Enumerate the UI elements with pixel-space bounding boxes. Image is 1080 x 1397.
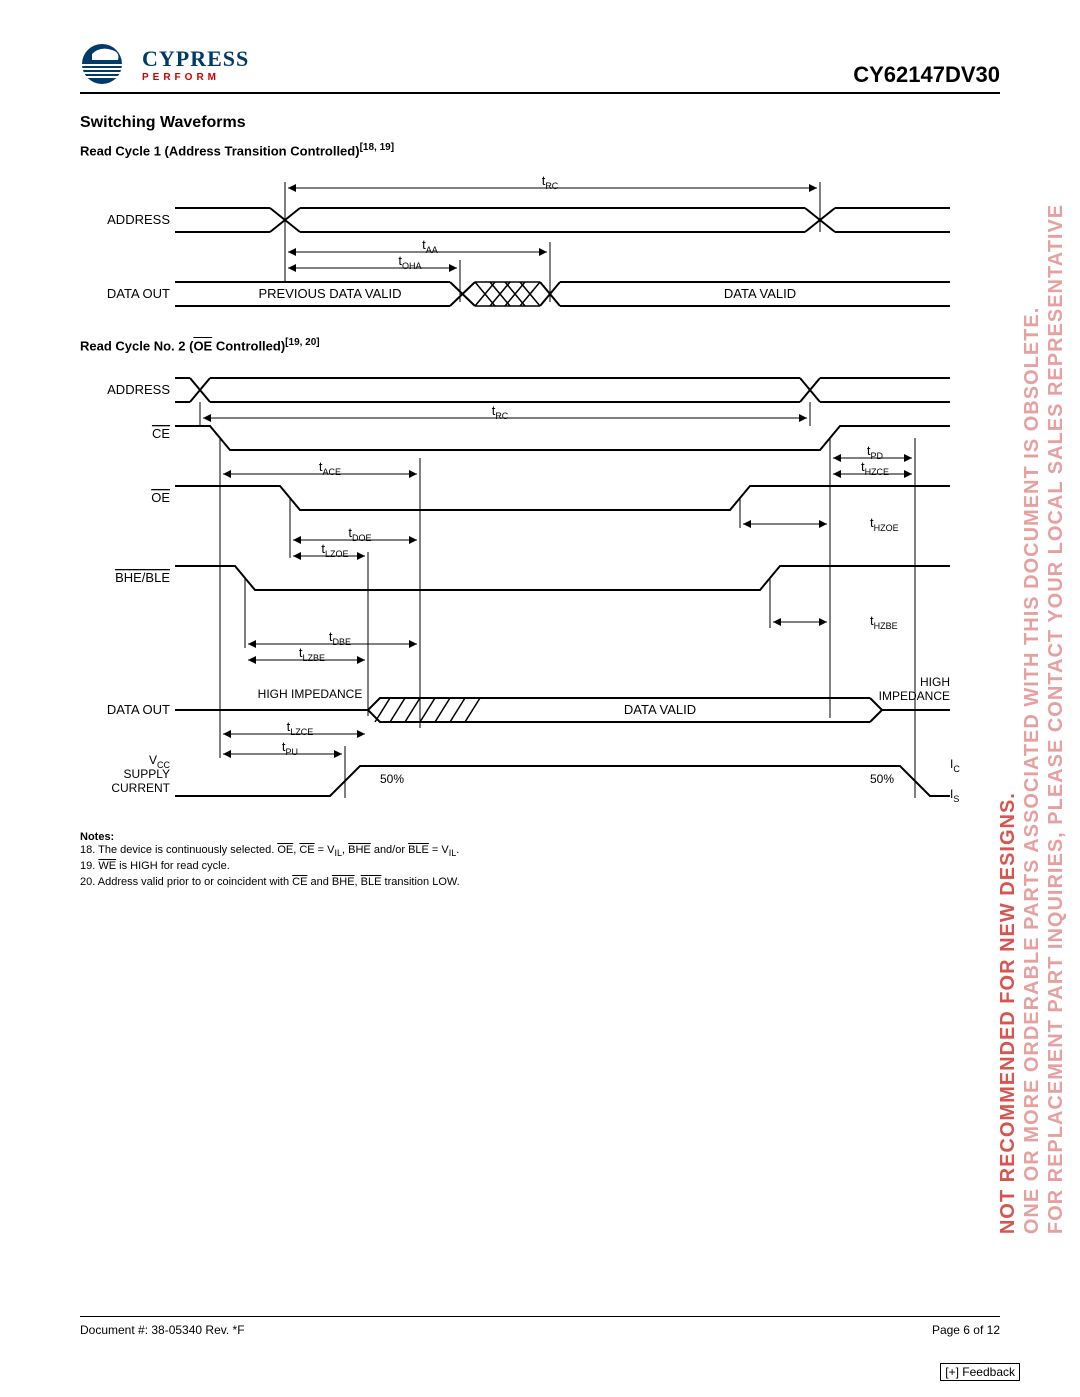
cypress-logo-icon bbox=[80, 40, 136, 88]
watermark-line-1: NOT RECOMMENDED FOR NEW DESIGNS. bbox=[996, 203, 1020, 1233]
svg-text:tOHA: tOHA bbox=[398, 253, 421, 271]
svg-text:tHZCE: tHZCE bbox=[861, 459, 889, 477]
svg-text:50%: 50% bbox=[380, 772, 404, 786]
svg-text:CURRENT: CURRENT bbox=[111, 781, 170, 795]
rc2-title-refs: [19, 20] bbox=[285, 337, 319, 348]
svg-text:IMPEDANCE: IMPEDANCE bbox=[879, 689, 950, 703]
svg-text:tLZOE: tLZOE bbox=[321, 541, 348, 559]
svg-text:tDBE: tDBE bbox=[329, 629, 351, 647]
doc-number: Document #: 38-05340 Rev. *F bbox=[80, 1323, 245, 1337]
svg-text:BHE/BLE: BHE/BLE bbox=[115, 570, 170, 585]
svg-text:tDOE: tDOE bbox=[348, 525, 371, 543]
read-cycle-2-title: Read Cycle No. 2 (OE Controlled)[19, 20] bbox=[80, 337, 1000, 353]
timing-diagram-2: ADDRESS tRC CE bbox=[80, 368, 1000, 813]
section-title: Switching Waveforms bbox=[80, 114, 1000, 132]
note-20: 20. Address valid prior to or coincident… bbox=[80, 875, 1000, 890]
svg-text:DATA VALID: DATA VALID bbox=[624, 702, 696, 717]
svg-text:ICC: ICC bbox=[950, 757, 960, 774]
svg-text:tLZCE: tLZCE bbox=[287, 719, 314, 737]
rc1-title-refs: [18, 19] bbox=[360, 142, 394, 153]
note-18: 18. The device is continuously selected.… bbox=[80, 843, 1000, 860]
svg-text:DATA OUT: DATA OUT bbox=[107, 286, 170, 301]
logo: CYPRESS PERFORM bbox=[80, 40, 249, 88]
svg-text:OE: OE bbox=[151, 490, 170, 505]
svg-text:tHZOE: tHZOE bbox=[870, 515, 899, 533]
logo-tagline-text: PERFORM bbox=[142, 72, 249, 83]
page-number: Page 6 of 12 bbox=[932, 1323, 1000, 1337]
svg-text:PREVIOUS DATA VALID: PREVIOUS DATA VALID bbox=[258, 286, 401, 301]
logo-brand-text: CYPRESS bbox=[142, 46, 249, 72]
page-footer: Document #: 38-05340 Rev. *F Page 6 of 1… bbox=[80, 1316, 1000, 1337]
svg-text:ISB: ISB bbox=[950, 787, 960, 804]
svg-text:HIGH IMPEDANCE: HIGH IMPEDANCE bbox=[258, 687, 363, 701]
part-number: CY62147DV30 bbox=[853, 62, 1000, 88]
watermark: NOT RECOMMENDED FOR NEW DESIGNS. ONE OR … bbox=[1002, 100, 1062, 1337]
rc2-title-prefix: Read Cycle No. 2 ( bbox=[80, 339, 193, 354]
svg-text:SUPPLY: SUPPLY bbox=[124, 767, 170, 781]
watermark-line-2: ONE OR MORE ORDERABLE PARTS ASSOCIATED W… bbox=[1020, 203, 1044, 1233]
notes-section: Notes: 18. The device is continuously se… bbox=[80, 831, 1000, 891]
svg-text:tHZBE: tHZBE bbox=[870, 613, 898, 631]
svg-text:50%: 50% bbox=[870, 772, 894, 786]
svg-text:tLZBE: tLZBE bbox=[299, 645, 325, 663]
svg-text:DATA VALID: DATA VALID bbox=[724, 286, 796, 301]
notes-title: Notes: bbox=[80, 831, 1000, 843]
svg-text:tACE: tACE bbox=[319, 459, 341, 477]
rc2-title-oe: OE bbox=[193, 339, 212, 354]
watermark-line-3: FOR REPLACEMENT PART INQUIRIES, PLEASE C… bbox=[1044, 203, 1068, 1233]
svg-text:ADDRESS: ADDRESS bbox=[107, 212, 170, 227]
svg-text:CE: CE bbox=[152, 426, 170, 441]
svg-text:HIGH: HIGH bbox=[920, 675, 950, 689]
svg-text:DATA OUT: DATA OUT bbox=[107, 702, 170, 717]
timing-diagram-1: tRC ADDRESS tAA tOHA bbox=[80, 172, 1000, 327]
rc2-title-suffix: Controlled) bbox=[212, 339, 285, 354]
read-cycle-1-title: Read Cycle 1 (Address Transition Control… bbox=[80, 142, 1000, 158]
svg-text:ADDRESS: ADDRESS bbox=[107, 382, 170, 397]
note-19: 19. WE is HIGH for read cycle. bbox=[80, 859, 1000, 874]
page-header: CYPRESS PERFORM CY62147DV30 bbox=[80, 40, 1000, 94]
rc1-title-text: Read Cycle 1 (Address Transition Control… bbox=[80, 143, 360, 158]
feedback-button[interactable]: [+] Feedback bbox=[940, 1363, 1020, 1381]
